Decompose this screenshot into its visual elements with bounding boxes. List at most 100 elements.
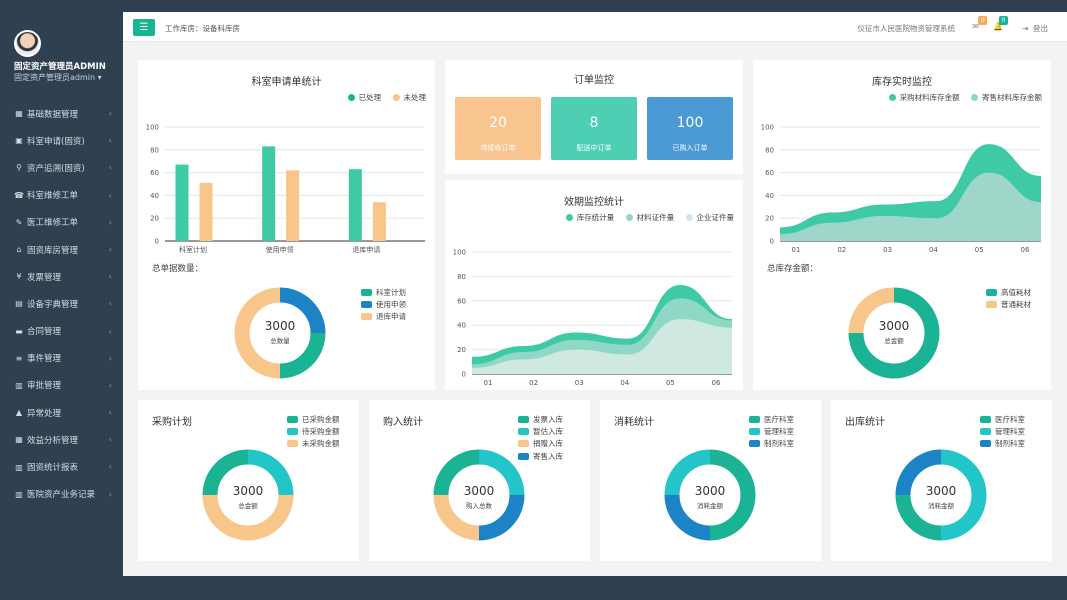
order-box-pending[interactable]: 20 待接收订单 <box>455 97 541 160</box>
legend-item[interactable]: 管理科室 <box>980 425 1025 437</box>
sidebar-item-label: 固资库房管理 <box>27 245 79 256</box>
sidebar-item[interactable]: ✎ 医工维修工单 ‹ <box>0 209 123 236</box>
inventory-donut <box>848 287 940 379</box>
legend-swatch <box>287 440 298 448</box>
legend-item[interactable]: 已采购金额 <box>287 413 340 425</box>
legend-item[interactable]: 材料证件量 <box>625 212 674 223</box>
sidebar-menu: ▦ 基础数据管理 ‹ ▣ 科室申请(固资) ‹ ⚲ 资产追溯(固资) ‹ ☎ 科室维修工单 ‹ ✎ 医工维… <box>0 100 123 508</box>
bottom-card-legend: 医疗科室 管理科室 制剂科室 <box>980 413 1025 450</box>
legend-dot <box>347 94 355 101</box>
menu-icon: ⚲ <box>16 163 22 173</box>
mail-badge: 0 <box>978 16 988 25</box>
sidebar-item[interactable]: ▥ 审批管理 ‹ <box>0 372 123 399</box>
legend-item[interactable]: 采购材料库存金额 <box>888 92 960 103</box>
user-role-dropdown[interactable]: 固定资产管理员admin ▾ <box>14 72 102 83</box>
bottom-card: 消耗统计 医疗科室 管理科室 制剂科室 3000 消耗金额 <box>600 400 821 561</box>
legend-dot <box>971 94 978 101</box>
legend-item[interactable]: 已处理 <box>347 92 381 103</box>
sidebar-item[interactable]: ▣ 科室申请(固资) ‹ <box>0 127 123 154</box>
menu-icon: ≡ <box>15 353 23 363</box>
menu-icon: ⌂ <box>16 245 22 255</box>
legend-label: 未采购金额 <box>302 439 340 449</box>
legend-item[interactable]: 库存统计量 <box>565 212 614 223</box>
bottom-card: 采购计划 已采购金额 待采购金额 未采购金额 3000 总金额 <box>138 400 359 561</box>
menu-icon: ▤ <box>15 299 23 309</box>
sidebar-item[interactable]: ▤ 设备字典管理 ‹ <box>0 290 123 317</box>
sidebar-item[interactable]: ⌂ 固资库房管理 ‹ <box>0 236 123 263</box>
sidebar-item[interactable]: ▲ 异常处理 ‹ <box>0 399 123 426</box>
logout-button[interactable]: ⇥ 登出 <box>1022 23 1048 34</box>
y-tick-label: 40 <box>150 192 159 200</box>
sidebar-item[interactable]: ▥ 固资统计报表 ‹ <box>0 453 123 480</box>
donut-value: 3000 <box>694 484 726 498</box>
order-count: 20 <box>489 115 507 131</box>
donut-label: 购入总数 <box>466 502 492 510</box>
donut-value: 3000 <box>925 484 957 498</box>
legend-item[interactable]: 企业证件量 <box>685 212 735 223</box>
donut-slice <box>234 287 281 379</box>
legend-item[interactable]: 退库申请 <box>361 311 406 323</box>
legend-label: 寄售材料库存金额 <box>982 93 1042 102</box>
legend-item[interactable]: 医疗科室 <box>980 413 1025 425</box>
sidebar-item[interactable]: ¥ 发票管理 ‹ <box>0 263 123 290</box>
y-tick-label: 0 <box>770 238 774 246</box>
x-tick-label: 02 <box>837 246 846 253</box>
donut-value: 3000 <box>878 319 910 333</box>
top-strip <box>0 0 1067 12</box>
sidebar-item[interactable]: ☎ 科室维修工单 ‹ <box>0 182 123 209</box>
sidebar-item[interactable]: ▥ 医院资产业务记录 ‹ <box>0 481 123 508</box>
menu-icon: ▦ <box>15 109 23 119</box>
dept-request-donut <box>234 287 326 379</box>
legend-item[interactable]: 未处理 <box>392 92 427 103</box>
mail-icon[interactable]: ✉ 0 <box>972 16 988 31</box>
donut-label: 消耗金额 <box>928 502 954 510</box>
chevron-left-icon: ‹ <box>108 380 112 390</box>
sidebar-item[interactable]: ▬ 合同管理 ‹ <box>0 318 123 345</box>
inventory-monitor-card: 库存实时监控 采购材料库存金额 寄售材料库存金额 0 20 40 60 80 100 01 0… <box>753 60 1051 390</box>
legend-item[interactable]: 高值耗材 <box>986 286 1031 298</box>
legend-item[interactable]: 使用申领 <box>361 298 406 310</box>
legend-swatch <box>986 288 997 296</box>
menu-icon: ▥ <box>15 462 23 472</box>
order-label: 待接收订单 <box>480 144 516 152</box>
legend-swatch <box>986 300 997 308</box>
app-root: 固定资产管理员ADMIN 固定资产管理员admin ▾ ▦ 基础数据管理 ‹ ▣ 科室申… <box>0 0 1067 600</box>
legend-item[interactable]: 医疗科室 <box>749 413 794 425</box>
inventory-legend: 采购材料库存金额 寄售材料库存金额 <box>880 92 1042 103</box>
legend-label: 未处理 <box>403 93 427 102</box>
legend-item[interactable]: 暂估入库 <box>518 425 563 437</box>
legend-item[interactable]: 普通耗材 <box>986 298 1031 310</box>
legend-dot <box>392 94 400 101</box>
menu-icon: ▬ <box>15 326 23 336</box>
sidebar-item[interactable]: ▦ 基础数据管理 ‹ <box>0 100 123 127</box>
bell-icon[interactable]: 🔔 0 <box>993 16 1009 31</box>
legend-item[interactable]: 科室计划 <box>361 286 406 298</box>
bottom-card-title: 采购计划 <box>152 417 192 428</box>
menu-toggle-button[interactable]: ☰ <box>133 19 155 36</box>
legend-label: 管理科室 <box>995 426 1025 436</box>
sidebar-item-label: 基础数据管理 <box>27 109 79 120</box>
dept-request-card: 科室申请单统计 已处理 未处理 0 20 40 60 80 100 科室计划 使用申领 退库申请… <box>138 60 435 390</box>
legend-dot <box>685 214 693 221</box>
order-box-purchased[interactable]: 100 已购入订单 <box>647 97 733 160</box>
y-tick-label: 20 <box>457 346 466 354</box>
legend-item[interactable]: 管理科室 <box>749 425 794 437</box>
x-tick-label: 03 <box>575 379 584 387</box>
sidebar-item[interactable]: ▦ 效益分析管理 ‹ <box>0 426 123 453</box>
legend-item[interactable]: 待采购金额 <box>287 425 340 437</box>
sidebar-item[interactable]: ≡ 事件管理 ‹ <box>0 345 123 372</box>
legend-label: 企业证件量 <box>696 213 735 222</box>
donut-label: 总金额 <box>884 337 904 345</box>
legend-swatch <box>518 427 529 435</box>
donut-label: 消耗金额 <box>697 502 723 510</box>
bottom-card: 购入统计 发票入库 暂估入库 捐赠入库 寄售入库 3000 购入总数 <box>369 400 590 561</box>
sidebar-item-label: 异常处理 <box>27 408 62 419</box>
sidebar-item[interactable]: ⚲ 资产追溯(固资) ‹ <box>0 154 123 181</box>
legend-item[interactable]: 发票入库 <box>518 413 563 425</box>
order-box-delivering[interactable]: 8 配送中订单 <box>551 97 637 160</box>
expiry-legend: 库存统计量 材料证件量 企业证件量 <box>557 212 734 223</box>
y-tick-label: 60 <box>765 169 774 177</box>
legend-label: 医疗科室 <box>995 414 1025 424</box>
avatar[interactable] <box>14 30 41 57</box>
legend-item[interactable]: 寄售材料库存金额 <box>971 92 1042 103</box>
